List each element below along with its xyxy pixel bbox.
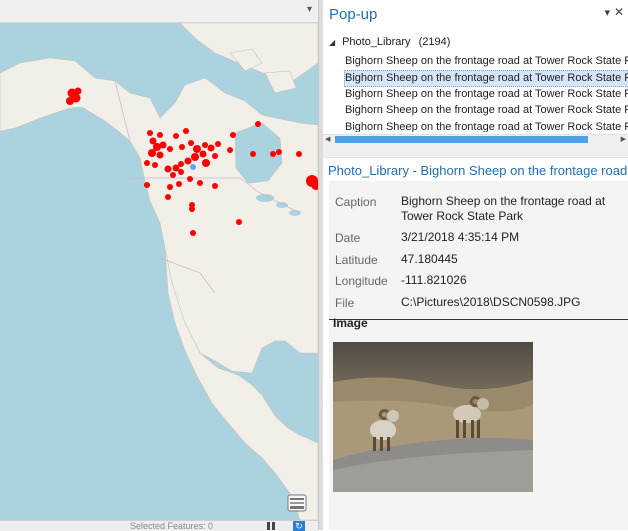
attribute-panel: Caption Bighorn Sheep on the frontage ro… — [329, 181, 628, 530]
caption-value-line1: Bighorn Sheep on the frontage road at — [401, 194, 606, 208]
map-view[interactable] — [0, 23, 318, 520]
selected-feature-highlight — [190, 164, 196, 170]
scrollbar-thumb[interactable] — [335, 136, 588, 143]
map-pane: ▾ Selected Features: 0 ↻ — [0, 0, 318, 531]
gallery-icon — [287, 494, 307, 512]
basemap-gallery-button[interactable] — [287, 494, 307, 512]
file-label: File — [335, 296, 355, 310]
details-title: Photo_Library - Bighorn Sheep on the fro… — [328, 163, 628, 178]
layer-node[interactable]: ◢ Photo_Library (2194) — [329, 36, 450, 48]
list-item-selected[interactable]: Bighorn Sheep on the frontage road at To… — [344, 70, 628, 87]
popup-title: Pop-up — [329, 6, 378, 23]
latitude-label: Latitude — [335, 253, 378, 267]
list-item[interactable]: Bighorn Sheep on the frontage road at To… — [345, 120, 628, 132]
basemap — [0, 23, 318, 520]
scroll-right-icon[interactable]: ▶ — [621, 135, 626, 143]
map-top-bar: ▾ — [0, 0, 318, 23]
close-icon[interactable]: ✕ — [614, 5, 624, 19]
image-label: Image — [333, 316, 368, 330]
list-item[interactable]: Bighorn Sheep on the frontage road at To… — [345, 54, 628, 69]
details-separator — [323, 143, 628, 158]
caption-value-line2: Tower Rock State Park — [401, 209, 524, 223]
file-value: C:\Pictures\2018\DSCN0598.JPG — [401, 295, 581, 309]
longitude-label: Longitude — [335, 274, 388, 288]
pause-icon[interactable] — [266, 522, 276, 530]
popup-pane: Pop-up ▾ ✕ ◢ Photo_Library (2194) Bighor… — [323, 0, 628, 530]
popup-header: Pop-up ▾ ✕ — [323, 0, 628, 28]
feature-list: Bighorn Sheep on the frontage road at To… — [323, 54, 628, 132]
date-value: 3/21/2018 4:35:14 PM — [401, 230, 520, 244]
map-status-bar: Selected Features: 0 ↻ — [0, 520, 318, 531]
pin-icon[interactable]: ▾ — [604, 6, 610, 19]
section-divider — [329, 319, 628, 320]
caption-label: Caption — [335, 195, 377, 209]
scroll-left-icon[interactable]: ◀ — [325, 135, 330, 143]
chevron-down-icon[interactable]: ▾ — [307, 4, 312, 15]
collapse-triangle-icon[interactable]: ◢ — [329, 38, 339, 47]
list-item[interactable]: Bighorn Sheep on the frontage road at To… — [345, 103, 628, 118]
bighorn-sheep-photo — [333, 342, 533, 492]
date-label: Date — [335, 231, 361, 245]
layer-count: (2194) — [418, 36, 451, 48]
layer-name: Photo_Library — [342, 36, 411, 48]
longitude-value: -111.821026 — [401, 273, 467, 287]
latitude-value: 47.180445 — [401, 252, 458, 266]
list-item[interactable]: Bighorn Sheep on the frontage road at To… — [345, 87, 628, 102]
